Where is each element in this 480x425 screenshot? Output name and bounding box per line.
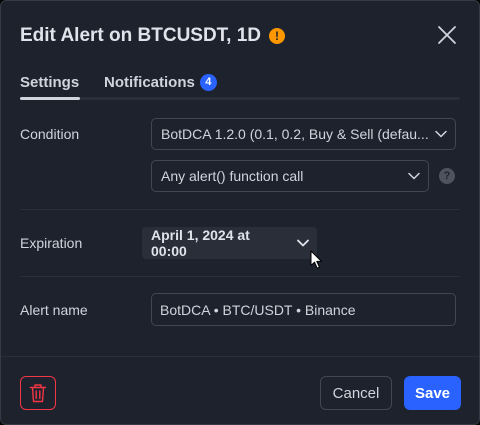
alert-name-label: Alert name bbox=[20, 302, 88, 318]
dialog-title: Edit Alert on BTCUSDT, 1D bbox=[20, 25, 262, 46]
help-icon[interactable]: ? bbox=[439, 168, 455, 184]
trigger-select-value: Any alert() function call bbox=[161, 168, 304, 184]
tab-notifications[interactable]: Notifications 4 bbox=[104, 71, 217, 93]
trash-icon bbox=[29, 384, 47, 403]
chevron-down-icon bbox=[408, 172, 420, 180]
expiration-value: April 1, 2024 at 00:00 bbox=[151, 227, 250, 259]
notifications-count-badge: 4 bbox=[199, 73, 217, 91]
chevron-down-icon bbox=[297, 239, 309, 247]
alert-name-input[interactable] bbox=[151, 293, 456, 326]
indicator-select-value: BotDCA 1.2.0 (0.1, 0.2, Buy & Sell (defa… bbox=[161, 126, 429, 142]
edit-alert-dialog: Edit Alert on BTCUSDT, 1D ! Settings Not… bbox=[0, 0, 480, 425]
expiration-picker[interactable]: April 1, 2024 at 00:00 bbox=[142, 227, 317, 259]
mouse-cursor-icon bbox=[310, 250, 322, 269]
expiration-label: Expiration bbox=[20, 235, 83, 251]
dialog-header: Edit Alert on BTCUSDT, 1D ! bbox=[20, 23, 286, 49]
trigger-select[interactable]: Any alert() function call bbox=[151, 160, 429, 192]
close-icon[interactable] bbox=[435, 23, 459, 47]
tab-settings-label: Settings bbox=[20, 73, 80, 91]
save-button[interactable]: Save bbox=[404, 376, 461, 410]
cancel-button[interactable]: Cancel bbox=[320, 376, 392, 410]
condition-label: Condition bbox=[20, 126, 80, 142]
delete-button[interactable] bbox=[20, 376, 56, 410]
tab-notifications-label: Notifications bbox=[104, 73, 195, 91]
tab-track bbox=[20, 97, 460, 100]
tab-bar: Settings Notifications 4 bbox=[20, 71, 217, 93]
indicator-select[interactable]: BotDCA 1.2.0 (0.1, 0.2, Buy & Sell (defa… bbox=[151, 118, 456, 150]
warning-icon[interactable]: ! bbox=[269, 28, 286, 44]
section-divider bbox=[20, 209, 460, 210]
tab-active-indicator bbox=[20, 97, 80, 100]
tab-settings[interactable]: Settings bbox=[20, 71, 80, 93]
chevron-down-icon bbox=[435, 130, 447, 138]
section-divider bbox=[20, 276, 460, 277]
footer-divider bbox=[1, 356, 479, 357]
